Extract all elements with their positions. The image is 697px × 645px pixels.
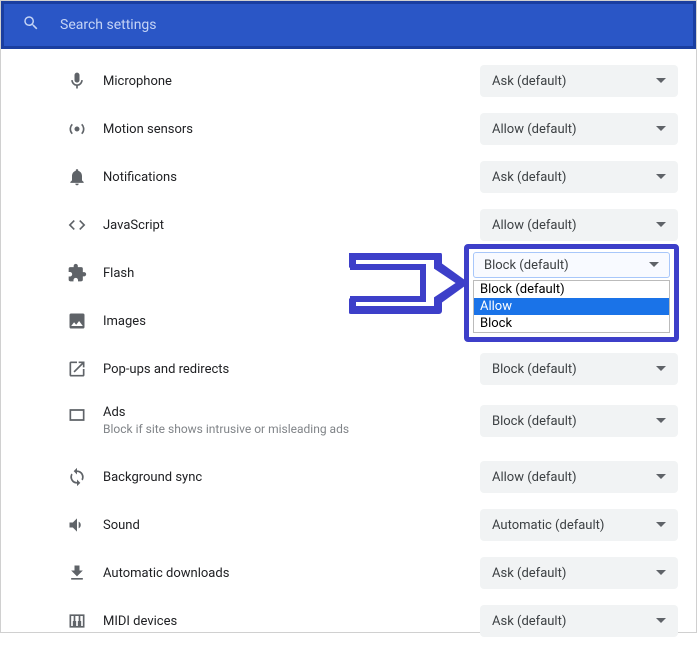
row-javascript: JavaScript Allow (default) <box>1 201 696 249</box>
label: Motion sensors <box>103 122 480 137</box>
dropdown-flash-value: Block (default) <box>484 258 569 273</box>
dropdown-popups[interactable]: Block (default) <box>480 353 678 385</box>
dropdown-background-sync[interactable]: Allow (default) <box>480 461 678 493</box>
label: Sound <box>103 518 480 533</box>
flash-option-block-default[interactable]: Block (default) <box>474 281 669 298</box>
dropdown-motion-sensors[interactable]: Allow (default) <box>480 113 678 145</box>
popup-icon <box>67 359 87 379</box>
label: Ads <box>103 405 480 420</box>
sync-icon <box>67 467 87 487</box>
search-input[interactable] <box>60 17 675 33</box>
row-microphone: Microphone Ask (default) <box>1 57 696 105</box>
row-midi: MIDI devices Ask (default) <box>1 597 696 645</box>
dropdown-flash[interactable]: Block (default) <box>473 252 670 278</box>
label: Background sync <box>103 470 480 485</box>
label: Notifications <box>103 170 480 185</box>
motion-sensors-icon <box>67 119 87 139</box>
image-icon <box>67 311 87 331</box>
row-motion-sensors: Motion sensors Allow (default) <box>1 105 696 153</box>
ads-icon <box>67 405 87 425</box>
code-icon <box>67 215 87 235</box>
bell-icon <box>67 167 87 187</box>
search-bar <box>1 1 696 49</box>
row-notifications: Notifications Ask (default) <box>1 153 696 201</box>
flash-option-block[interactable]: Block <box>474 315 669 332</box>
settings-list: Microphone Ask (default) Motion sensors … <box>1 49 696 645</box>
dropdown-microphone[interactable]: Ask (default) <box>480 65 678 97</box>
row-sound: Sound Automatic (default) <box>1 501 696 549</box>
dropdown-ads[interactable]: Block (default) <box>480 405 678 437</box>
extension-icon <box>67 263 87 283</box>
dropdown-automatic-downloads[interactable]: Ask (default) <box>480 557 678 589</box>
dropdown-midi[interactable]: Ask (default) <box>480 605 678 637</box>
dropdown-notifications[interactable]: Ask (default) <box>480 161 678 193</box>
dropdown-javascript[interactable]: Allow (default) <box>480 209 678 241</box>
chevron-down-icon <box>649 260 659 270</box>
label: Microphone <box>103 74 480 89</box>
row-automatic-downloads: Automatic downloads Ask (default) <box>1 549 696 597</box>
label: JavaScript <box>103 218 480 233</box>
dropdown-sound[interactable]: Automatic (default) <box>480 509 678 541</box>
row-ads: Ads Block if site shows intrusive or mis… <box>1 393 696 453</box>
piano-icon <box>67 611 87 631</box>
microphone-icon <box>67 71 87 91</box>
label: Pop-ups and redirects <box>103 362 480 377</box>
flash-dropdown-open: Block (default) Block (default) Allow Bl… <box>464 244 679 342</box>
annotation-arrow <box>349 253 469 323</box>
search-icon <box>22 14 40 36</box>
download-icon <box>67 563 87 583</box>
row-background-sync: Background sync Allow (default) <box>1 453 696 501</box>
label: Automatic downloads <box>103 566 480 581</box>
sound-icon <box>67 515 87 535</box>
row-popups: Pop-ups and redirects Block (default) <box>1 345 696 393</box>
sublabel: Block if site shows intrusive or mislead… <box>103 422 480 436</box>
label: MIDI devices <box>103 614 480 629</box>
flash-options-list: Block (default) Allow Block <box>473 280 670 333</box>
flash-option-allow[interactable]: Allow <box>474 298 669 315</box>
